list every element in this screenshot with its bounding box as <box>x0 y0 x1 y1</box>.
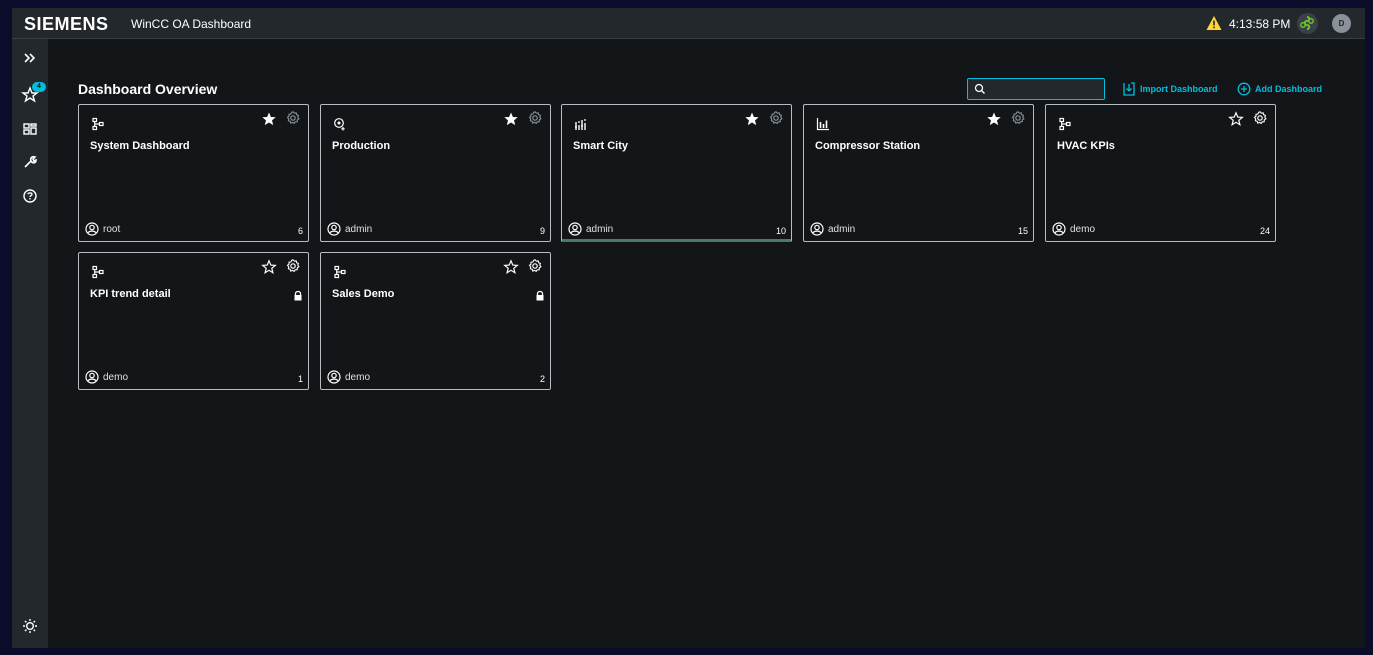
top-bar: SIEMENS WinCC OA Dashboard 4:13:58 PM D <box>12 8 1365 39</box>
favorite-star-filled-icon[interactable] <box>261 111 277 127</box>
dashboard-card[interactable]: Compressor Station admin 15 <box>803 104 1034 242</box>
lock-icon <box>294 290 302 301</box>
widget-count: 9 <box>539 226 545 236</box>
dashboard-owner: admin <box>828 224 856 235</box>
gear-icon[interactable] <box>285 110 301 126</box>
hierarchy-icon <box>92 265 104 279</box>
wrench-icon[interactable] <box>20 152 40 172</box>
favorites-count-badge: 4 <box>32 82 46 92</box>
user-icon <box>327 222 341 236</box>
widget-count: 15 <box>1017 226 1028 236</box>
dashboard-card[interactable]: HVAC KPIs demo 24 <box>1045 104 1276 242</box>
gear-icon[interactable] <box>1010 110 1026 126</box>
search-box[interactable] <box>967 78 1105 100</box>
gear-icon[interactable] <box>1252 110 1268 126</box>
gear-icon[interactable] <box>527 110 543 126</box>
siemens-logo: SIEMENS <box>24 14 109 34</box>
import-dashboard-label: Import Dashboard <box>1140 84 1218 94</box>
user-icon <box>810 222 824 236</box>
dashboard-name: Sales Demo <box>332 288 395 300</box>
user-icon <box>568 222 582 236</box>
dashboard-icon[interactable] <box>20 119 40 139</box>
help-icon[interactable] <box>20 186 40 206</box>
widget-count: 2 <box>539 374 545 384</box>
dashboard-card[interactable]: Sales Demo demo 2 <box>320 252 551 390</box>
dashboard-name: HVAC KPIs <box>1057 140 1115 152</box>
widget-count: 6 <box>297 226 303 236</box>
selection-indicator <box>562 239 791 242</box>
dashboard-name: KPI trend detail <box>90 288 171 300</box>
app-window: SIEMENS WinCC OA Dashboard 4:13:58 PM D … <box>12 8 1365 648</box>
lock-icon <box>536 290 544 301</box>
add-dashboard-label: Add Dashboard <box>1255 84 1323 94</box>
dashboard-owner: demo <box>1070 224 1096 235</box>
search-icon <box>974 83 985 94</box>
dashboard-owner: demo <box>345 372 371 383</box>
map-pin-icon <box>334 118 345 131</box>
dashboard-card[interactable]: Smart City admin 10 <box>561 104 792 242</box>
favorite-star-filled-icon[interactable] <box>744 111 760 127</box>
widget-count: 1 <box>297 374 303 384</box>
favorite-star-outline-icon[interactable] <box>503 259 519 275</box>
widget-count: 10 <box>775 226 786 236</box>
widget-count: 24 <box>1259 226 1270 236</box>
page-title: Dashboard Overview <box>78 81 218 97</box>
import-icon <box>1123 82 1135 96</box>
import-dashboard-button[interactable]: Import Dashboard <box>1122 81 1218 97</box>
search-input[interactable] <box>988 81 1104 99</box>
bar-chart-icon <box>816 118 829 131</box>
equalizer-icon <box>575 119 586 130</box>
dashboard-card[interactable]: Production admin 9 <box>320 104 551 242</box>
add-dashboard-button[interactable]: Add Dashboard <box>1237 81 1322 97</box>
favorite-star-filled-icon[interactable] <box>986 111 1002 127</box>
gear-icon[interactable] <box>527 258 543 274</box>
favorite-star-filled-icon[interactable] <box>503 111 519 127</box>
user-icon <box>85 370 99 384</box>
dashboard-name: System Dashboard <box>90 140 190 152</box>
dashboard-owner: admin <box>586 224 614 235</box>
user-icon <box>327 370 341 384</box>
clock: 4:13:58 PM <box>1229 17 1291 31</box>
gear-icon[interactable] <box>768 110 784 126</box>
hierarchy-icon <box>334 265 346 279</box>
dashboard-name: Smart City <box>573 140 629 152</box>
add-circle-icon <box>1237 82 1251 96</box>
hierarchy-icon <box>92 117 104 131</box>
user-avatar[interactable]: D <box>1332 14 1351 33</box>
sidebar: 4 <box>12 39 48 648</box>
dashboard-owner: root <box>103 224 121 235</box>
app-title: WinCC OA Dashboard <box>131 17 252 31</box>
favorite-star-outline-icon[interactable] <box>261 259 277 275</box>
user-icon <box>85 222 99 236</box>
gear-icon[interactable] <box>285 258 301 274</box>
dashboard-card[interactable]: KPI trend detail demo 1 <box>78 252 309 390</box>
dashboard-name: Compressor Station <box>815 140 921 152</box>
hierarchy-icon <box>1059 117 1071 131</box>
expand-chevrons-icon[interactable] <box>20 48 40 68</box>
warning-triangle-icon[interactable] <box>1206 15 1222 31</box>
dashboard-name: Production <box>332 140 391 152</box>
user-icon <box>1052 222 1066 236</box>
dashboard-owner: admin <box>345 224 373 235</box>
dashboard-owner: demo <box>103 372 129 383</box>
system-status-icon[interactable] <box>1297 13 1318 34</box>
theme-sun-icon[interactable] <box>20 616 40 636</box>
favorite-star-outline-icon[interactable] <box>1228 111 1244 127</box>
dashboard-card[interactable]: System Dashboard root 6 <box>78 104 309 242</box>
